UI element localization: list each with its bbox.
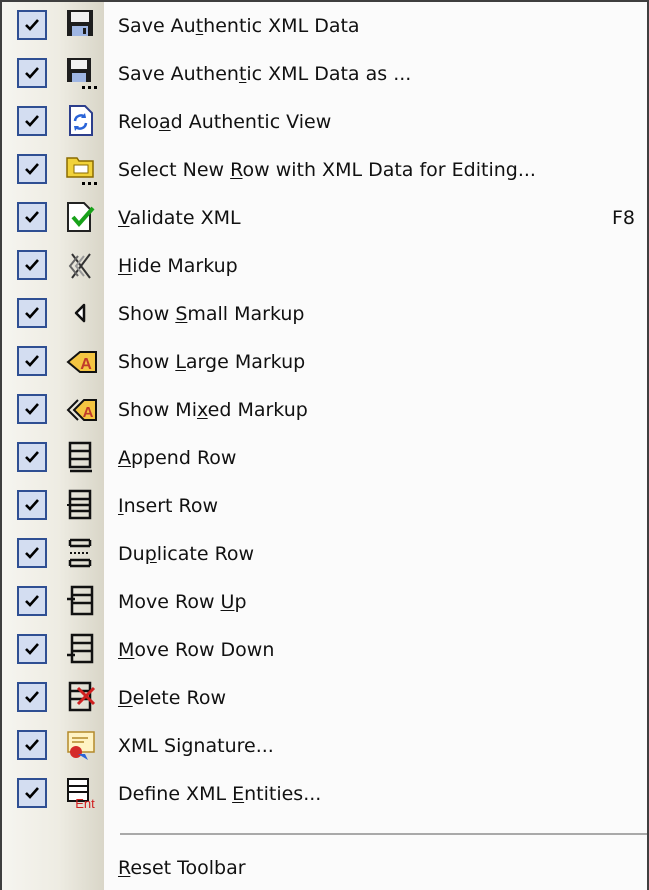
hide-markup-icon	[64, 248, 98, 282]
checkbox-icon[interactable]	[17, 538, 47, 568]
checkbox-icon[interactable]	[17, 202, 47, 232]
menu-item-validate-xml[interactable]: Validate XML F8	[2, 194, 647, 242]
insert-row-icon	[64, 488, 98, 522]
append-row-icon	[64, 440, 98, 474]
menu-item-label: Show Small Markup	[118, 303, 305, 325]
svg-text:Ent: Ent	[75, 796, 95, 810]
menu-item-label: Append Row	[118, 447, 237, 469]
svg-text:A: A	[83, 404, 94, 421]
menu-item-delete-row[interactable]: Delete Row	[2, 674, 647, 722]
menu-item-save-authentic-xml-data[interactable]: Save Authentic XML Data	[2, 2, 647, 50]
menu-item-label: Move Row Down	[118, 639, 275, 661]
checkbox-icon[interactable]	[17, 778, 47, 808]
checkbox-icon[interactable]	[17, 490, 47, 520]
reload-icon	[64, 104, 98, 138]
menu-item-label: Insert Row	[118, 495, 219, 517]
define-entities-icon: Ent	[64, 776, 98, 811]
menu-item-show-mixed-markup[interactable]: A Show Mixed Markup	[2, 386, 647, 434]
menu-item-xml-signature[interactable]: XML Signature...	[2, 722, 647, 770]
delete-row-icon	[64, 680, 98, 714]
checkbox-icon[interactable]	[17, 442, 47, 472]
reset-toolbar-label: Reset Toolbar	[118, 857, 246, 879]
menu-item-insert-row[interactable]: Insert Row	[2, 482, 647, 530]
menu-item-reload-authentic-view[interactable]: Reload Authentic View	[2, 98, 647, 146]
svg-text:A: A	[80, 356, 92, 373]
checkbox-icon[interactable]	[17, 106, 47, 136]
large-markup-icon: A	[64, 344, 98, 378]
checkbox-icon[interactable]	[17, 298, 47, 328]
checkbox-icon[interactable]	[17, 730, 47, 760]
select-row-icon	[64, 152, 98, 186]
checkbox-icon[interactable]	[17, 154, 47, 184]
duplicate-row-icon	[64, 536, 98, 570]
menu-item-append-row[interactable]: Append Row	[2, 434, 647, 482]
menu-item-label: Hide Markup	[118, 255, 238, 277]
reset-toolbar-menu-item[interactable]: Reset Toolbar	[2, 844, 647, 890]
checkbox-icon[interactable]	[17, 682, 47, 712]
move-row-down-icon	[64, 632, 98, 666]
menu-item-select-new-row-with-xml-data-for-editing[interactable]: Select New Row with XML Data for Editing…	[2, 146, 647, 194]
menu-item-label: Reload Authentic View	[118, 111, 332, 133]
menu-item-label: Define XML Entities...	[118, 783, 322, 805]
menu-item-label: Select New Row with XML Data for Editing…	[118, 159, 536, 181]
menu-item-duplicate-row[interactable]: Duplicate Row	[2, 530, 647, 578]
menu-item-label: Validate XML	[118, 207, 241, 229]
menu-item-show-large-markup[interactable]: A Show Large Markup	[2, 338, 647, 386]
menu-item-label: Save Authentic XML Data as ...	[118, 63, 412, 85]
menu-item-label: Save Authentic XML Data	[118, 15, 360, 37]
checkbox-icon[interactable]	[17, 10, 47, 40]
save-disk-icon	[64, 8, 98, 42]
checkbox-icon[interactable]	[17, 394, 47, 424]
checkbox-icon[interactable]	[17, 58, 47, 88]
menu-item-label: Show Mixed Markup	[118, 399, 308, 421]
menu-item-save-authentic-xml-data-as[interactable]: Save Authentic XML Data as ...	[2, 50, 647, 98]
menu-item-hide-markup[interactable]: Hide Markup	[2, 242, 647, 290]
menu-item-show-small-markup[interactable]: Show Small Markup	[2, 290, 647, 338]
menu-item-label: Delete Row	[118, 687, 226, 709]
menu-separator	[120, 833, 647, 835]
menu-item-move-row-up[interactable]: Move Row Up	[2, 578, 647, 626]
menu-item-label: Show Large Markup	[118, 351, 306, 373]
checkbox-icon[interactable]	[17, 346, 47, 376]
validate-icon	[64, 200, 98, 234]
menu-item-label: Move Row Up	[118, 591, 247, 613]
xml-signature-icon	[64, 728, 98, 762]
menu-item-define-xml-entities[interactable]: Ent Define XML Entities...	[2, 770, 647, 818]
customize-toolbar-menu: Save Authentic XML Data Save Authentic XM…	[0, 0, 649, 890]
menu-item-move-row-down[interactable]: Move Row Down	[2, 626, 647, 674]
move-row-up-icon	[64, 584, 98, 618]
save-as-disk-icon	[64, 56, 98, 90]
checkbox-icon[interactable]	[17, 586, 47, 616]
mixed-markup-icon: A	[64, 392, 98, 426]
menu-item-label: XML Signature...	[118, 735, 274, 757]
checkbox-icon[interactable]	[17, 250, 47, 280]
checkbox-icon[interactable]	[17, 634, 47, 664]
small-markup-icon	[64, 296, 98, 330]
menu-item-label: Duplicate Row	[118, 543, 255, 565]
menu-item-shortcut: F8	[611, 207, 635, 229]
